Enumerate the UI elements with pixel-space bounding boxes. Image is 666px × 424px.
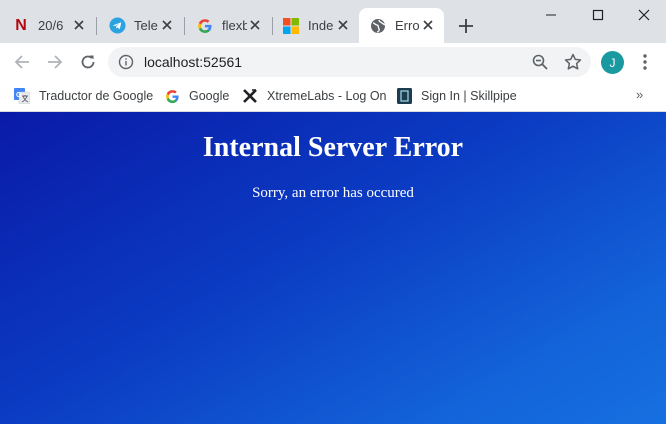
telegram-icon [108,17,126,35]
kebab-menu-icon[interactable] [636,52,654,72]
skillpipe-icon [396,88,412,104]
bookmark-label: Traductor de Google [39,89,154,103]
tab-separator [272,17,273,35]
tab-netflix[interactable]: N 20/6 [12,8,95,43]
google-g-icon [196,17,214,35]
bookmark-xtremelabs[interactable]: XtremeLabs - Log On [242,86,387,106]
netflix-n-icon: N [15,16,27,34]
tab-title: 20/6 [38,18,63,33]
info-icon[interactable] [118,54,134,70]
tab-title: Inde [308,18,333,33]
close-icon[interactable] [420,17,436,33]
close-icon[interactable] [335,17,351,33]
close-icon[interactable] [159,17,175,33]
tab-title: Tele [134,18,158,33]
forward-button[interactable] [44,51,66,73]
tab-separator [184,17,185,35]
tab-title: flexb [222,18,247,33]
page-content: Internal Server Error Sorry, an error ha… [0,112,666,424]
google-translate-icon: G [14,88,30,104]
microsoft-logo-icon [282,17,300,35]
bookmark-label: Sign In | Skillpipe [421,89,517,103]
tab-google[interactable]: flexb [188,8,271,43]
close-window-button[interactable] [633,4,655,26]
bookmarks-overflow-icon[interactable]: » [636,87,652,105]
xtremelabs-icon [242,88,258,104]
bookmarks-bar: G Traductor de Google Google XtremeLabs … [0,81,666,112]
bookmark-skillpipe[interactable]: Sign In | Skillpipe [396,86,517,106]
profile-avatar[interactable]: J [601,51,624,74]
url-text[interactable]: localhost:52561 [144,54,242,70]
bookmark-google[interactable]: Google [164,86,229,106]
minimize-button[interactable] [540,4,562,26]
tab-error-active[interactable]: Erro [359,8,444,43]
tab-title: Erro [395,18,420,33]
svg-text:G: G [16,92,22,99]
bookmark-label: XtremeLabs - Log On [267,89,387,103]
close-icon[interactable] [71,17,87,33]
google-g-icon [164,88,180,104]
tab-separator [96,17,97,35]
new-tab-button[interactable] [455,15,477,37]
bookmark-google-translate[interactable]: G Traductor de Google [14,86,153,106]
error-heading: Internal Server Error [202,132,464,163]
zoom-out-icon[interactable] [531,53,549,71]
tab-strip: N 20/6 Tele flexb Inde Erro [0,0,666,43]
close-icon[interactable] [247,17,263,33]
bookmark-label: Google [189,89,230,103]
address-bar[interactable]: localhost:52561 [108,47,591,77]
reload-button[interactable] [77,51,99,73]
tab-telegram[interactable]: Tele [100,8,183,43]
back-button[interactable] [11,51,33,73]
browser-toolbar: localhost:52561 J [0,43,666,81]
bookmark-star-icon[interactable] [563,52,583,72]
maximize-button[interactable] [587,4,609,26]
error-message: Sorry, an error has occured [252,185,414,201]
tab-microsoft[interactable]: Inde [276,8,359,43]
globe-icon [369,17,387,35]
